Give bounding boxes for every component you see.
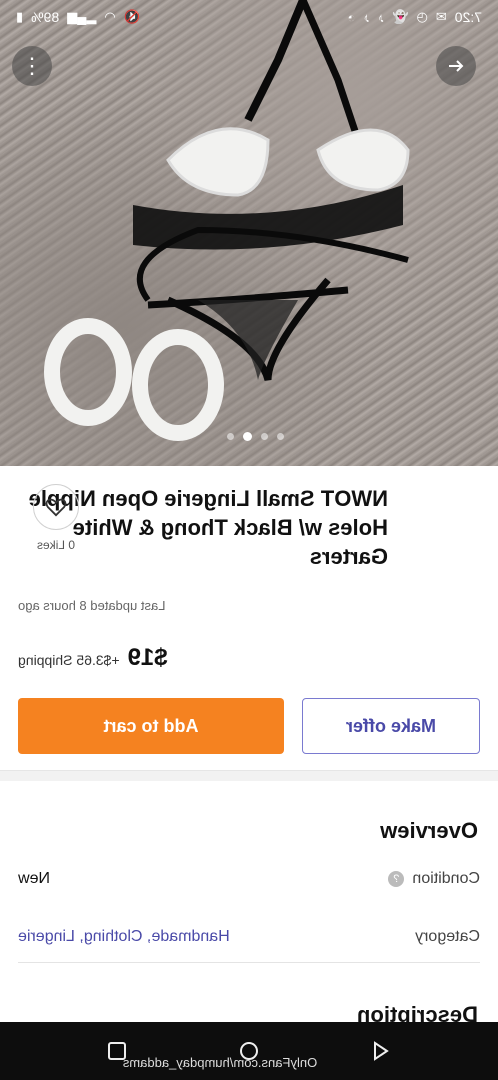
condition-label: Condition [412, 870, 480, 887]
tiktok-icon: ♪ [377, 9, 385, 25]
time: 7:20 [454, 9, 482, 25]
help-icon[interactable]: ? [388, 871, 405, 887]
clock-icon: ◔ [347, 9, 356, 25]
like-box: 0 Likes [24, 484, 88, 552]
make-offer-button[interactable]: Make offer [302, 698, 480, 754]
wifi-icon: ◠ [104, 9, 116, 24]
category-row: Category Handmade, Clothing, Lingerie [18, 924, 480, 950]
timer-icon: ◷ [416, 9, 428, 24]
image-pagination [227, 432, 284, 441]
pagination-dot[interactable] [261, 433, 268, 440]
add-to-cart-button[interactable]: Add to cart [18, 698, 284, 754]
like-button[interactable] [33, 484, 79, 530]
share-arrow-button[interactable] [436, 46, 476, 86]
status-left: 7:20 ✉ ◷ 👻 ♪ ♪ ◔ [347, 9, 482, 25]
battery-icon: ▮ [16, 9, 24, 24]
pagination-dot[interactable] [277, 433, 284, 440]
message-icon: ✉ [435, 9, 447, 24]
product-photo[interactable] [0, 0, 498, 466]
category-label: Category [415, 928, 480, 945]
condition-row: Condition ? New [18, 866, 480, 892]
heart-icon [45, 498, 67, 517]
last-updated: Last updated 8 hours ago [18, 598, 166, 613]
tiktok-icon: ♪ [363, 9, 370, 25]
watermark-text: OnlyFans.com/humpday_addams [122, 1055, 318, 1070]
overview-heading: Overview [380, 818, 478, 843]
category-link[interactable]: Handmade, Clothing, Lingerie [18, 928, 230, 946]
status-bar: 7:20 ✉ ◷ 👻 ♪ ♪ ◔ 🔇 ◠ ▂▄▆ 89% ▮ [0, 0, 498, 34]
shipping-cost: +$3.65 Shipping [18, 652, 120, 668]
more-options-button[interactable]: ⋮ [12, 46, 52, 86]
snapchat-icon: 👻 [392, 9, 409, 24]
row-divider [18, 962, 480, 963]
section-divider [0, 770, 498, 781]
price: $19 [127, 644, 168, 671]
arrow-right-icon [449, 60, 464, 72]
android-nav-bar: OnlyFans.com/humpday_addams [0, 1022, 498, 1080]
status-right: 🔇 ◠ ▂▄▆ 89% ▮ [16, 9, 140, 25]
signal-icon: ▂▄▆ [67, 9, 97, 24]
likes-count: 0 Likes [36, 538, 76, 552]
pagination-dot[interactable] [227, 433, 234, 440]
condition-label-wrap: Condition ? [388, 870, 480, 888]
price-row: $19 +$3.65 Shipping [18, 644, 168, 672]
battery-percent: 89% [31, 9, 60, 25]
condition-value: New [18, 870, 51, 887]
mute-icon: 🔇 [123, 9, 140, 24]
pagination-dot-active[interactable] [243, 432, 252, 441]
lingerie-illustration [44, 0, 410, 441]
